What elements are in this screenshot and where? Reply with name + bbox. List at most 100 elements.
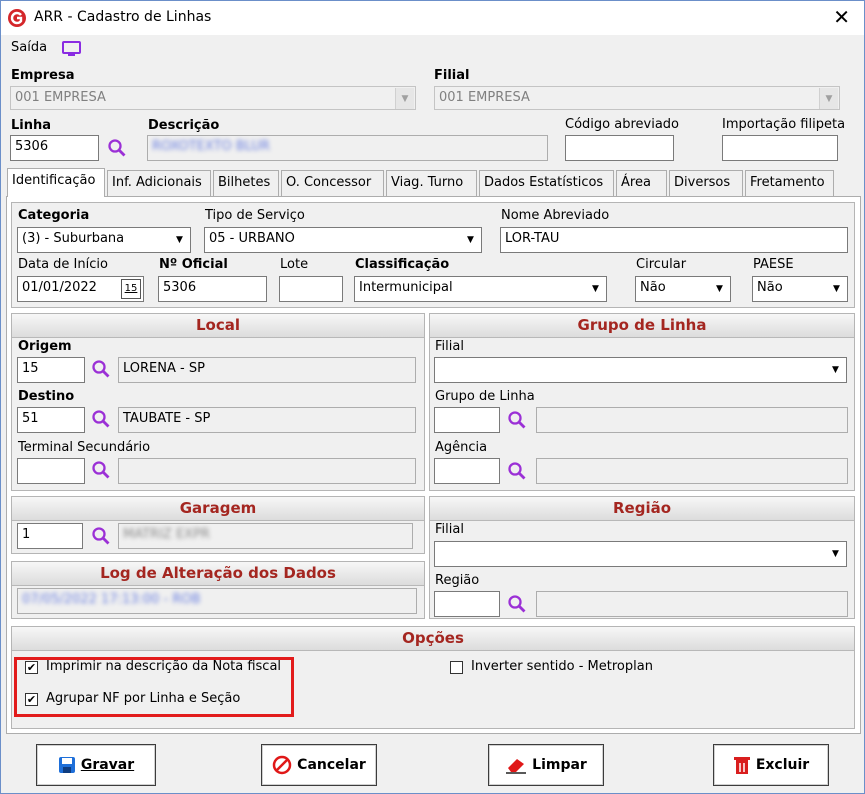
circular-select[interactable]: Não ▼ xyxy=(635,276,731,302)
tab-bilhetes[interactable]: Bilhetes xyxy=(213,170,279,196)
delete-button[interactable]: Excluir xyxy=(713,744,829,786)
regiao-label: Região xyxy=(435,573,480,588)
chevron-down-icon: ▼ xyxy=(586,278,605,300)
linha-input[interactable]: 5306 xyxy=(10,135,99,161)
search-icon[interactable] xyxy=(107,138,127,158)
chevron-down-icon: ▼ xyxy=(710,278,729,300)
data-inicio-value: 01/01/2022 xyxy=(22,280,97,295)
monitor-icon[interactable] xyxy=(61,40,83,58)
clear-button-label: Limpar xyxy=(532,757,587,773)
search-icon[interactable] xyxy=(507,594,527,614)
grupo-filial-select[interactable]: ▼ xyxy=(434,357,847,383)
tab-fretamento[interactable]: Fretamento xyxy=(745,170,834,196)
tipo-servico-select[interactable]: 05 - URBANO ▼ xyxy=(204,227,482,253)
paese-select[interactable]: Não ▼ xyxy=(752,276,848,302)
floppy-icon xyxy=(58,757,75,773)
destino-code-input[interactable]: 51 xyxy=(17,407,85,433)
num-oficial-label: Nº Oficial xyxy=(159,257,228,272)
empresa-value: 001 EMPRESA xyxy=(15,90,106,105)
lote-label: Lote xyxy=(280,257,309,272)
num-oficial-input[interactable]: 5306 xyxy=(158,276,267,302)
tab-area[interactable]: Área xyxy=(616,170,667,196)
chevron-down-icon: ▼ xyxy=(395,88,414,109)
classificacao-select[interactable]: Intermunicipal ▼ xyxy=(354,276,607,302)
exit-menu-item[interactable]: Saída xyxy=(11,40,47,55)
classificacao-value: Intermunicipal xyxy=(359,280,453,295)
garagem-name-value: MATRIZ EXPR xyxy=(123,527,210,542)
filial-select[interactable]: 001 EMPRESA ▼ xyxy=(434,86,840,110)
terminal-label: Terminal Secundário xyxy=(18,440,151,455)
chevron-down-icon: ▼ xyxy=(461,229,480,251)
descricao-value: ROXOTEXTO BLUR xyxy=(152,139,270,154)
tab-identificacao[interactable]: Identificação xyxy=(7,168,105,197)
highlight-box xyxy=(14,657,294,717)
importacao-input[interactable] xyxy=(722,135,838,161)
cancel-button[interactable]: Cancelar xyxy=(261,744,377,786)
calendar-icon[interactable]: 15 xyxy=(121,279,141,299)
garagem-title: Garagem xyxy=(12,497,424,521)
descricao-input[interactable]: ROXOTEXTO BLUR xyxy=(147,135,548,161)
data-inicio-input[interactable]: 01/01/2022 15 xyxy=(17,276,144,302)
nome-abreviado-label: Nome Abreviado xyxy=(501,208,610,223)
codigo-abreviado-label: Código abreviado xyxy=(565,117,679,132)
regiao-title: Região xyxy=(430,497,854,521)
save-button-label: Gravar xyxy=(80,757,135,773)
grupo-linha-title: Grupo de Linha xyxy=(430,314,854,338)
search-icon[interactable] xyxy=(91,359,111,379)
tab-inf-adicionais[interactable]: Inf. Adicionais xyxy=(107,170,211,196)
regiao-filial-label: Filial xyxy=(435,522,464,537)
destino-label: Destino xyxy=(18,389,75,404)
filial-label: Filial xyxy=(434,68,470,83)
garagem-code-input[interactable]: 1 xyxy=(17,523,83,549)
log-title: Log de Alteração dos Dados xyxy=(12,562,424,586)
nome-abreviado-input[interactable]: LOR-TAU xyxy=(500,227,848,253)
lote-input[interactable] xyxy=(279,276,343,302)
codigo-abreviado-input[interactable] xyxy=(565,135,674,161)
empresa-select[interactable]: 001 EMPRESA ▼ xyxy=(10,86,416,110)
tab-viag-turno[interactable]: Viag. Turno xyxy=(386,170,477,196)
grupo-linha-code-input[interactable] xyxy=(434,407,500,433)
inverter-sentido-checkbox[interactable] xyxy=(450,661,463,674)
terminal-code-input[interactable] xyxy=(17,458,85,484)
regiao-filial-select[interactable]: ▼ xyxy=(434,541,847,567)
search-icon[interactable] xyxy=(507,410,527,430)
save-button[interactable]: Gravar xyxy=(36,744,156,786)
chevron-down-icon: ▼ xyxy=(170,229,189,251)
search-icon[interactable] xyxy=(91,409,111,429)
tab-o-concessor[interactable]: O. Concessor xyxy=(281,170,384,196)
empresa-label: Empresa xyxy=(11,68,75,83)
grupo-linha-label: Grupo de Linha xyxy=(435,389,535,404)
close-icon[interactable]: ✕ xyxy=(833,5,850,29)
window: ARR - Cadastro de Linhas ✕ Saída Empresa… xyxy=(0,0,865,794)
regiao-name xyxy=(536,591,848,617)
tipo-servico-label: Tipo de Serviço xyxy=(205,208,305,223)
categoria-select[interactable]: (3) - Suburbana ▼ xyxy=(17,227,191,253)
filial-value: 001 EMPRESA xyxy=(439,90,530,105)
destino-name: TAUBATE - SP xyxy=(118,407,416,433)
regiao-code-input[interactable] xyxy=(434,591,500,617)
origem-label: Origem xyxy=(18,339,72,354)
cancel-icon xyxy=(272,755,292,775)
cancel-button-label: Cancelar xyxy=(297,757,366,773)
descricao-label: Descrição xyxy=(148,118,220,133)
search-icon[interactable] xyxy=(91,460,111,480)
classificacao-label: Classificação xyxy=(355,257,450,272)
search-icon[interactable] xyxy=(507,461,527,481)
trash-icon xyxy=(733,757,750,774)
inverter-sentido-label: Inverter sentido - Metroplan xyxy=(471,659,653,674)
circular-value: Não xyxy=(640,280,666,295)
app-logo-icon xyxy=(8,9,26,27)
chevron-down-icon: ▼ xyxy=(826,543,845,565)
local-title: Local xyxy=(12,314,424,338)
agencia-code-input[interactable] xyxy=(434,458,500,484)
tab-dados-estatisticos[interactable]: Dados Estatísticos xyxy=(479,170,614,196)
paese-value: Não xyxy=(757,280,783,295)
search-icon[interactable] xyxy=(91,526,111,546)
delete-button-label: Excluir xyxy=(755,757,810,773)
grupo-linha-name xyxy=(536,407,848,433)
clear-button[interactable]: Limpar xyxy=(488,744,604,786)
tab-diversos[interactable]: Diversos xyxy=(669,170,743,196)
origem-code-input[interactable]: 15 xyxy=(17,357,85,383)
origem-name: LORENA - SP xyxy=(118,357,416,383)
grupo-filial-label: Filial xyxy=(435,339,464,354)
